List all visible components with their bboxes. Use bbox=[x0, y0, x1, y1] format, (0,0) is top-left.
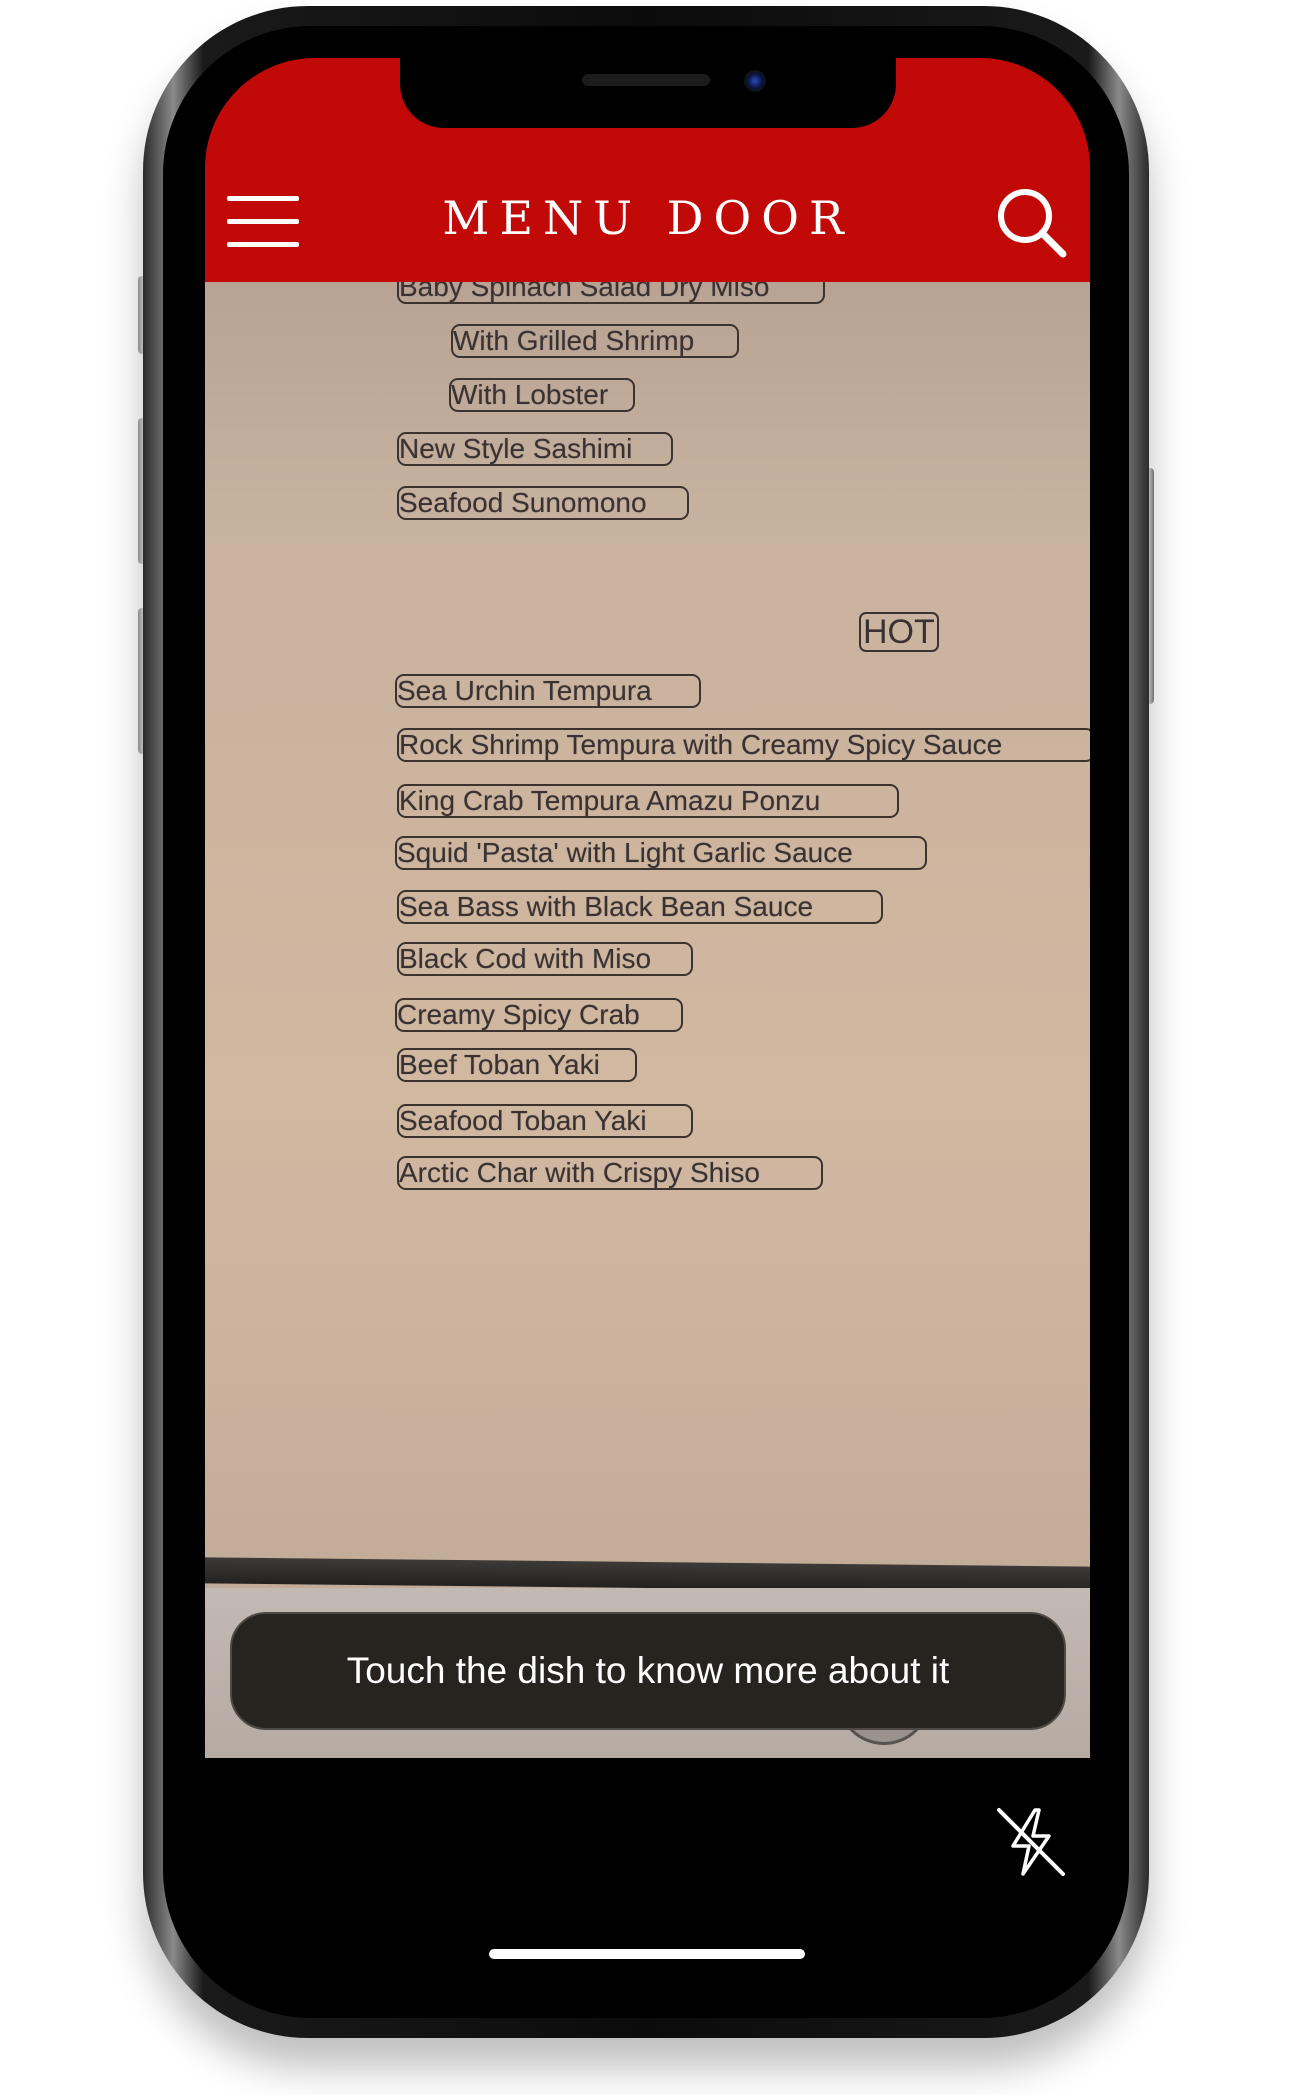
dish-seafood-toban-yaki[interactable]: Seafood Toban Yaki bbox=[397, 1104, 693, 1138]
device-mockup: Baby Spinach Salad Dry Miso With Grilled… bbox=[0, 0, 1296, 2095]
dish-beef-toban-yaki[interactable]: Beef Toban Yaki bbox=[397, 1048, 637, 1082]
dish-sea-bass[interactable]: Sea Bass with Black Bean Sauce bbox=[397, 890, 883, 924]
earpiece-speaker bbox=[582, 74, 710, 86]
dish-seafood-sunomono[interactable]: Seafood Sunomono bbox=[397, 486, 689, 520]
dish-rock-shrimp-tempura[interactable]: Rock Shrimp Tempura with Creamy Spicy Sa… bbox=[397, 728, 1090, 762]
dish-black-cod-miso[interactable]: Black Cod with Miso bbox=[397, 942, 693, 976]
flash-off-icon[interactable] bbox=[993, 1804, 1069, 1880]
app-screen: Baby Spinach Salad Dry Miso With Grilled… bbox=[205, 58, 1090, 2018]
dish-with-grilled-shrimp[interactable]: With Grilled Shrimp bbox=[451, 324, 739, 358]
section-label-hot: HOT bbox=[859, 612, 939, 652]
app-logo: MENU DOOR bbox=[442, 191, 854, 245]
dish-with-lobster[interactable]: With Lobster bbox=[449, 378, 635, 412]
dish-creamy-spicy-crab[interactable]: Creamy Spicy Crab bbox=[395, 998, 683, 1032]
hamburger-icon[interactable] bbox=[227, 196, 299, 248]
dish-squid-pasta[interactable]: Squid 'Pasta' with Light Garlic Sauce bbox=[395, 836, 927, 870]
dish-sea-urchin-tempura[interactable]: Sea Urchin Tempura bbox=[395, 674, 701, 708]
camera-viewfinder: Baby Spinach Salad Dry Miso With Grilled… bbox=[205, 282, 1090, 1758]
dish-baby-spinach-salad[interactable]: Baby Spinach Salad Dry Miso bbox=[397, 282, 825, 304]
dish-king-crab-tempura[interactable]: King Crab Tempura Amazu Ponzu bbox=[397, 784, 899, 818]
search-icon[interactable] bbox=[995, 186, 1067, 258]
device-notch bbox=[400, 58, 896, 128]
home-indicator[interactable] bbox=[489, 1949, 805, 1959]
hint-toast: Touch the dish to know more about it bbox=[230, 1612, 1066, 1730]
front-camera bbox=[744, 70, 766, 92]
dish-arctic-char[interactable]: Arctic Char with Crispy Shiso bbox=[397, 1156, 823, 1190]
dish-new-style-sashimi[interactable]: New Style Sashimi bbox=[397, 432, 673, 466]
